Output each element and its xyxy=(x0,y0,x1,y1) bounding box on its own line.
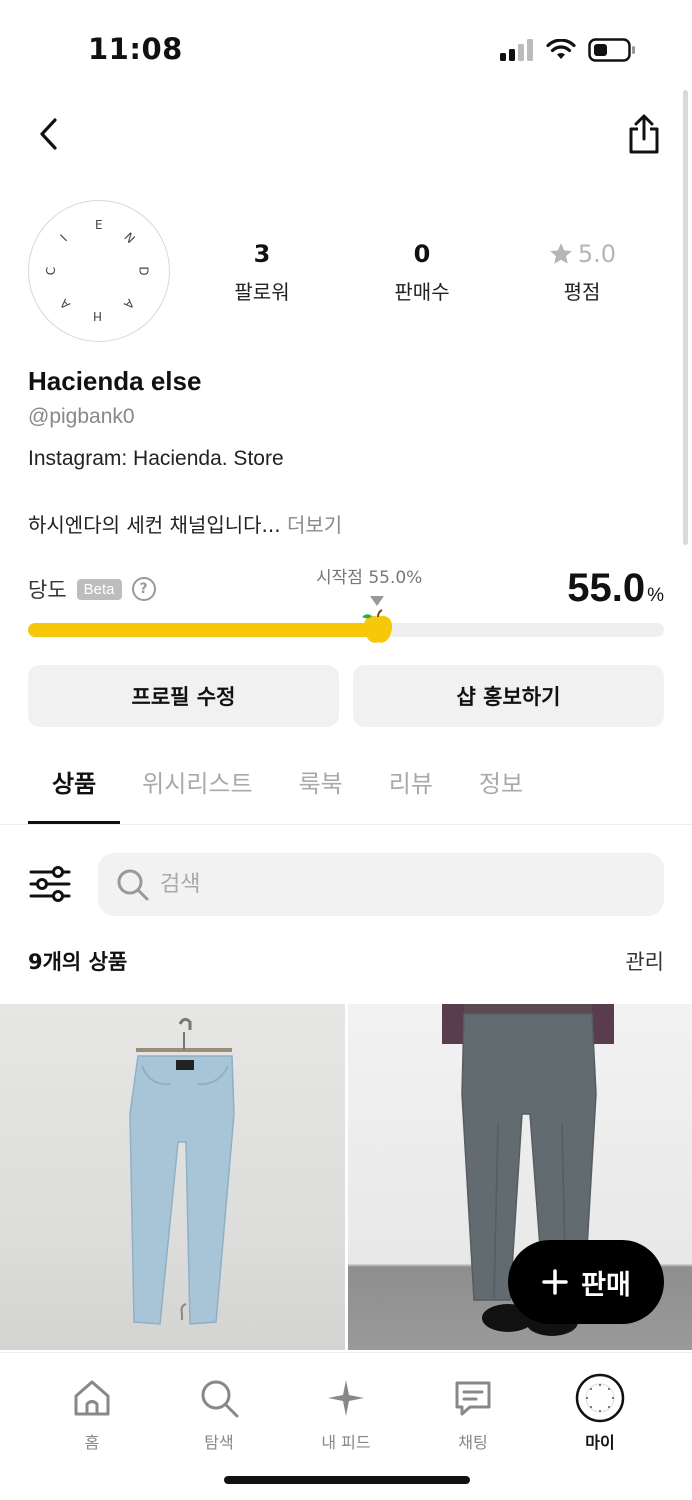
bio-text: 하시엔다의 세컨 채널입니다... xyxy=(28,513,281,537)
tab-products[interactable]: 상품 xyxy=(28,752,121,824)
nav-my-label: 마이 xyxy=(585,1433,615,1452)
chevron-left-icon xyxy=(40,118,57,150)
battery-icon xyxy=(588,38,635,62)
scroll-indicator[interactable] xyxy=(683,90,688,545)
status-time: 11:08 xyxy=(88,32,183,66)
promote-shop-button[interactable]: 샵 홍보하기 xyxy=(353,665,664,727)
search-input[interactable] xyxy=(160,872,580,897)
sweetness-label-row: 당도 Beta ? xyxy=(28,574,156,604)
sweetness-label: 당도 xyxy=(28,578,67,602)
wifi-icon xyxy=(546,39,576,59)
sweetness-progress-fill xyxy=(28,623,378,637)
nav-home-label: 홈 xyxy=(84,1433,100,1452)
tab-wishlist[interactable]: 위시리스트 xyxy=(142,752,252,824)
avatar-letter: A xyxy=(57,296,73,312)
product-image xyxy=(129,1017,235,1325)
tab-info[interactable]: 정보 xyxy=(479,752,523,824)
help-icon[interactable]: ? xyxy=(131,577,156,601)
profile-avatar[interactable]: E N D A H A C I xyxy=(28,200,170,342)
avatar-icon xyxy=(575,1373,625,1423)
followers-count: 3 xyxy=(253,240,271,268)
bio-line: 하시엔다의 세컨 채널입니다... 더보기 xyxy=(28,509,342,538)
header xyxy=(0,100,692,170)
rating-label: 평점 xyxy=(563,280,601,304)
avatar-letter: N xyxy=(121,229,138,247)
cellular-signal-icon xyxy=(500,39,533,61)
avatar-letter: D xyxy=(136,266,151,276)
beta-badge: Beta xyxy=(76,578,122,600)
user-handle: @pigbank0 xyxy=(28,405,135,428)
nav-explore-label: 탐색 xyxy=(204,1433,234,1452)
home-icon xyxy=(74,1380,110,1416)
search-icon xyxy=(201,1380,239,1418)
status-bar: 11:08 xyxy=(0,0,692,100)
product-tile[interactable] xyxy=(0,1004,345,1350)
followers-label: 팔로워 xyxy=(234,280,290,304)
home-indicator[interactable] xyxy=(224,1476,470,1484)
filter-button[interactable] xyxy=(28,862,72,906)
avatar-letter: H xyxy=(93,309,103,323)
apple-icon xyxy=(361,609,392,643)
sales-stat: 0 판매수 xyxy=(362,238,482,305)
product-count: 9개의 상품 xyxy=(28,946,127,976)
tab-lookbook[interactable]: 룩북 xyxy=(299,752,343,824)
sales-label: 판매수 xyxy=(394,280,450,304)
sliders-icon xyxy=(29,866,71,902)
share-button[interactable] xyxy=(622,110,666,158)
search-icon xyxy=(117,869,149,900)
profile-tabs: 상품 위시리스트 룩북 리뷰 정보 xyxy=(28,752,569,824)
product-count-text: 9개의 상품 xyxy=(28,950,128,974)
back-button[interactable] xyxy=(28,112,68,156)
nav-my[interactable]: 마이 xyxy=(550,1373,650,1453)
nav-chat[interactable]: 채팅 xyxy=(423,1373,523,1453)
nav-feed-label: 내 피드 xyxy=(321,1433,371,1452)
bio-line: Instagram: Hacienda. Store xyxy=(28,447,284,470)
chat-icon xyxy=(455,1381,491,1416)
sweetness-value: 55.0% xyxy=(567,566,664,611)
rating-value-row: 5.0 xyxy=(522,238,642,270)
plus-icon xyxy=(542,1269,568,1295)
sweetness-progress-track xyxy=(28,623,664,637)
avatar-letter: A xyxy=(121,296,137,312)
sweetness-unit: % xyxy=(647,585,664,606)
sales-count: 0 xyxy=(413,240,431,268)
search-box[interactable] xyxy=(98,853,664,916)
avatar-letter: E xyxy=(95,218,103,232)
followers-stat[interactable]: 3 팔로워 xyxy=(202,238,322,305)
manage-button[interactable]: 관리 xyxy=(625,946,664,976)
start-point-arrow-icon xyxy=(370,596,384,606)
nav-explore[interactable]: 탐색 xyxy=(169,1373,269,1453)
edit-profile-button[interactable]: 프로필 수정 xyxy=(28,665,339,727)
share-icon xyxy=(629,114,659,154)
rating-stat[interactable]: 5.0 평점 xyxy=(522,238,642,305)
status-icons xyxy=(500,38,636,62)
nav-chat-label: 채팅 xyxy=(458,1433,488,1452)
star-icon xyxy=(550,243,572,264)
start-point-text: 시작점 55.0% xyxy=(316,568,423,588)
more-link[interactable]: 더보기 xyxy=(287,513,342,537)
tab-reviews[interactable]: 리뷰 xyxy=(389,752,433,824)
nav-feed[interactable]: 내 피드 xyxy=(296,1373,396,1453)
tabs-divider xyxy=(0,824,692,825)
nav-home[interactable]: 홈 xyxy=(42,1373,142,1453)
sell-button[interactable]: 판매 xyxy=(508,1240,664,1324)
sweetness-number: 55.0 xyxy=(567,566,646,610)
sparkle-icon xyxy=(328,1380,364,1416)
avatar-letter: I xyxy=(57,231,70,245)
rating-value: 5.0 xyxy=(577,240,617,268)
sell-label: 판매 xyxy=(581,1269,631,1301)
avatar-letter: C xyxy=(44,266,59,276)
shop-name: Hacienda else xyxy=(28,366,202,396)
